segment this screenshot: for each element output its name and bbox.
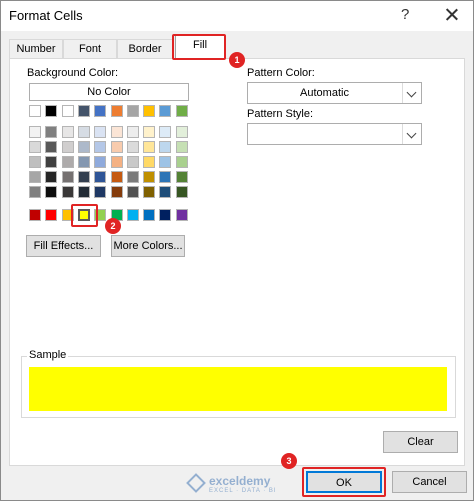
- color-swatch-theme-shade[interactable]: [143, 156, 155, 168]
- step-marker-2: 2: [105, 218, 121, 234]
- title-bar: Format Cells ?: [1, 1, 473, 31]
- color-swatch-theme-shade[interactable]: [94, 141, 106, 153]
- color-swatch-theme-shade[interactable]: [94, 156, 106, 168]
- color-swatch-theme[interactable]: [176, 105, 188, 117]
- color-swatch-theme-shade[interactable]: [62, 141, 74, 153]
- color-swatch-theme-shade[interactable]: [78, 186, 90, 198]
- color-swatch-theme-shade[interactable]: [111, 171, 123, 183]
- sample-preview: [29, 367, 447, 411]
- highlight-ok-button: [302, 467, 386, 497]
- step-marker-1: 1: [229, 52, 245, 68]
- color-swatch-theme-shade[interactable]: [78, 156, 90, 168]
- step-marker-3: 3: [281, 453, 297, 469]
- color-swatch-theme[interactable]: [159, 105, 171, 117]
- chevron-down-icon[interactable]: [402, 83, 421, 103]
- color-swatch-theme-shade[interactable]: [143, 126, 155, 138]
- color-swatch-theme-shade[interactable]: [29, 126, 41, 138]
- color-swatch-theme-shade[interactable]: [127, 126, 139, 138]
- dialog-title: Format Cells: [9, 8, 83, 23]
- color-swatch-theme-shade[interactable]: [62, 156, 74, 168]
- color-swatch-theme-shade[interactable]: [159, 141, 171, 153]
- color-swatch-theme[interactable]: [111, 105, 123, 117]
- color-swatch-theme-shade[interactable]: [62, 171, 74, 183]
- color-swatch-standard[interactable]: [176, 209, 188, 221]
- color-swatch-theme-shade[interactable]: [176, 171, 188, 183]
- color-swatch-theme-shade[interactable]: [111, 141, 123, 153]
- color-swatch-theme-shade[interactable]: [94, 186, 106, 198]
- color-swatch-theme-shade[interactable]: [111, 156, 123, 168]
- color-swatch-standard[interactable]: [159, 209, 171, 221]
- color-swatch-theme-shade[interactable]: [94, 126, 106, 138]
- color-swatch-theme-shade[interactable]: [127, 156, 139, 168]
- color-swatch-theme-shade[interactable]: [29, 156, 41, 168]
- color-swatch-theme-shade[interactable]: [176, 156, 188, 168]
- help-button[interactable]: ?: [401, 6, 409, 23]
- color-swatch-theme-shade[interactable]: [94, 171, 106, 183]
- color-swatch-theme[interactable]: [62, 105, 74, 117]
- color-swatch-theme-shade[interactable]: [29, 171, 41, 183]
- color-swatch-standard[interactable]: [45, 209, 57, 221]
- close-icon[interactable]: [439, 4, 465, 26]
- pattern-style-dropdown[interactable]: [247, 123, 422, 145]
- color-swatch-theme[interactable]: [45, 105, 57, 117]
- color-swatch-theme[interactable]: [78, 105, 90, 117]
- color-swatch-theme-shade[interactable]: [111, 126, 123, 138]
- color-swatch-theme-shade[interactable]: [45, 141, 57, 153]
- color-swatch-theme-shade[interactable]: [29, 186, 41, 198]
- color-swatch-theme-shade[interactable]: [159, 171, 171, 183]
- color-swatch-theme-shade[interactable]: [176, 126, 188, 138]
- color-swatch-theme-shade[interactable]: [127, 186, 139, 198]
- color-swatch-standard[interactable]: [29, 209, 41, 221]
- fill-effects-button[interactable]: Fill Effects...: [26, 235, 101, 257]
- color-swatch-theme-shade[interactable]: [143, 186, 155, 198]
- chevron-down-icon[interactable]: [402, 124, 421, 144]
- color-swatch-theme-shade[interactable]: [159, 126, 171, 138]
- color-swatch-theme-shade[interactable]: [78, 126, 90, 138]
- pattern-color-value: Automatic: [300, 87, 349, 99]
- color-swatch-theme-shade[interactable]: [159, 156, 171, 168]
- tab-border[interactable]: Border: [117, 39, 173, 59]
- color-swatch-theme-shade[interactable]: [111, 186, 123, 198]
- color-swatch-theme-shade[interactable]: [143, 171, 155, 183]
- color-swatch-theme[interactable]: [94, 105, 106, 117]
- color-swatch-theme-shade[interactable]: [176, 141, 188, 153]
- color-swatch-theme-shade[interactable]: [176, 186, 188, 198]
- color-swatch-theme[interactable]: [29, 105, 41, 117]
- pattern-color-dropdown[interactable]: Automatic: [247, 82, 422, 104]
- more-colors-button[interactable]: More Colors...: [111, 235, 185, 257]
- color-swatch-theme-shade[interactable]: [127, 171, 139, 183]
- exceldemy-logo-icon: [186, 473, 206, 493]
- color-swatch-standard[interactable]: [127, 209, 139, 221]
- highlight-fill-tab: [172, 34, 226, 60]
- color-swatch-theme-shade[interactable]: [45, 156, 57, 168]
- color-swatch-theme[interactable]: [143, 105, 155, 117]
- color-swatch-theme-shade[interactable]: [127, 141, 139, 153]
- watermark-name: exceldemy: [209, 474, 271, 488]
- pattern-style-label: Pattern Style:: [247, 108, 314, 120]
- color-swatch-theme-shade[interactable]: [159, 186, 171, 198]
- tab-font[interactable]: Font: [63, 39, 117, 59]
- watermark-tagline: EXCEL · DATA · BI: [209, 488, 277, 494]
- cancel-button[interactable]: Cancel: [392, 471, 467, 493]
- pattern-color-label: Pattern Color:: [247, 67, 315, 79]
- no-color-button[interactable]: No Color: [29, 83, 189, 101]
- color-swatch-theme-shade[interactable]: [45, 186, 57, 198]
- sample-label: Sample: [27, 349, 69, 361]
- color-swatch-theme-shade[interactable]: [62, 186, 74, 198]
- color-swatch-theme-shade[interactable]: [45, 171, 57, 183]
- color-swatch-theme-shade[interactable]: [78, 171, 90, 183]
- color-swatch-theme-shade[interactable]: [62, 126, 74, 138]
- color-swatch-theme-shade[interactable]: [78, 141, 90, 153]
- color-swatch-theme-shade[interactable]: [143, 141, 155, 153]
- format-cells-dialog: Format Cells ? Number Font Border Fill B…: [0, 0, 474, 501]
- color-swatch-standard[interactable]: [143, 209, 155, 221]
- highlight-yellow-swatch: [71, 204, 98, 227]
- background-color-label: Background Color:: [27, 67, 119, 79]
- watermark: exceldemy EXCEL · DATA · BI: [186, 473, 281, 496]
- tab-number[interactable]: Number: [9, 39, 63, 59]
- clear-button[interactable]: Clear: [383, 431, 458, 453]
- color-swatch-theme[interactable]: [127, 105, 139, 117]
- color-swatch-theme-shade[interactable]: [45, 126, 57, 138]
- color-swatch-theme-shade[interactable]: [29, 141, 41, 153]
